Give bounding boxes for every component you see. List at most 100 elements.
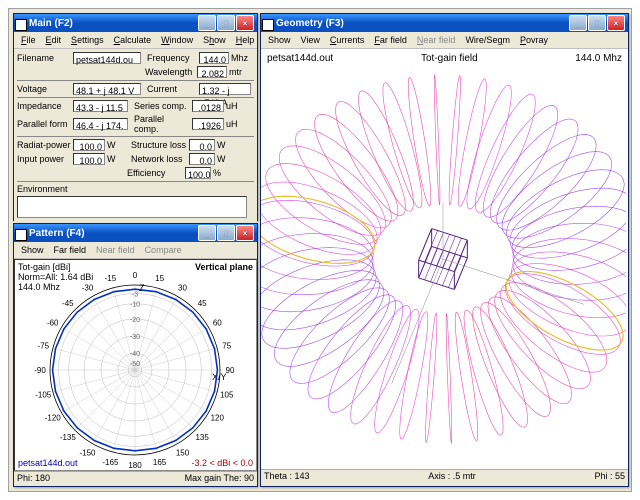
- menu-currents[interactable]: Currents: [325, 34, 370, 46]
- current-field: 1.32 - j .749 A: [199, 83, 251, 95]
- geometry-title: Geometry (F3): [264, 18, 569, 29]
- maximize-button[interactable]: □: [217, 225, 235, 241]
- svg-text:Z: Z: [139, 283, 145, 293]
- svg-text:-120: -120: [45, 414, 62, 423]
- menu-view[interactable]: View: [296, 34, 325, 46]
- maximize-button[interactable]: □: [588, 15, 606, 31]
- minimize-button[interactable]: _: [569, 15, 587, 31]
- menu-show[interactable]: Show: [198, 34, 231, 46]
- series-label: Series comp.: [134, 101, 190, 111]
- svg-text:-3: -3: [132, 292, 138, 299]
- network-loss-unit: W: [217, 154, 226, 164]
- menu-near-field[interactable]: Near field: [91, 244, 140, 256]
- close-button[interactable]: ×: [607, 15, 625, 31]
- pattern-titlebar[interactable]: Pattern (F4) _ □ ×: [14, 224, 257, 242]
- filename-field[interactable]: petsat144d.ou: [73, 52, 141, 64]
- voltage-field: 48.1 + j 48.1 V: [73, 83, 141, 95]
- menu-settings[interactable]: Settings: [66, 34, 109, 46]
- svg-text:105: 105: [220, 391, 234, 400]
- wavelength-field: 2.082: [197, 66, 227, 78]
- impedance-field: 43.3 - j 11.5: [73, 100, 128, 112]
- menu-show[interactable]: Show: [16, 244, 49, 256]
- norm-label: Norm=All: 1.64 dBi: [18, 272, 93, 282]
- svg-text:-15: -15: [105, 274, 117, 283]
- polar-plot[interactable]: 0153045607590105120135150165180-165-150-…: [14, 259, 257, 471]
- wavelength-label: Wavelength: [145, 67, 195, 77]
- efficiency-field: 100.0: [185, 167, 211, 179]
- svg-text:-40: -40: [130, 351, 140, 358]
- svg-text:165: 165: [153, 458, 167, 467]
- main-menubar: File Edit Settings Calculate Window Show…: [14, 32, 257, 49]
- svg-text:180: 180: [128, 461, 142, 470]
- menu-far-field[interactable]: Far field: [369, 34, 412, 46]
- svg-text:-90: -90: [34, 366, 46, 375]
- radiat-power-unit: W: [107, 140, 121, 150]
- network-loss-label: Network loss: [131, 154, 187, 164]
- parallel-comp-field: .1926: [192, 118, 224, 130]
- geometry-titlebar[interactable]: Geometry (F3) _ □ ×: [261, 14, 628, 32]
- geometry-viewport[interactable]: petsat144d.out Tot-gain field 144.0 Mhz: [261, 49, 628, 469]
- svg-text:-150: -150: [79, 448, 96, 457]
- filename-label: Filename: [17, 53, 71, 63]
- menu-wire-segm[interactable]: Wire/Segm: [460, 34, 515, 46]
- wavelength-unit: mtr: [229, 67, 242, 77]
- menu-near-field[interactable]: Near field: [412, 34, 461, 46]
- svg-text:45: 45: [198, 299, 207, 308]
- plane-label: Vertical plane: [195, 262, 253, 272]
- svg-text:90: 90: [226, 366, 235, 375]
- svg-text:-165: -165: [102, 458, 119, 467]
- close-button[interactable]: ×: [236, 15, 254, 31]
- geometry-menubar: Show View Currents Far field Near field …: [261, 32, 628, 49]
- frequency-unit: Mhz: [231, 53, 248, 63]
- phi-readout: Phi : 55: [594, 471, 625, 481]
- menu-far-field[interactable]: Far field: [49, 244, 92, 256]
- efficiency-label: Efficiency: [127, 168, 183, 178]
- menu-compare[interactable]: Compare: [140, 244, 187, 256]
- theta-readout: Theta : 143: [264, 471, 310, 481]
- minimize-button[interactable]: _: [198, 15, 216, 31]
- main-title: Main (F2): [17, 18, 198, 29]
- frequency-field[interactable]: 144.0: [199, 52, 229, 64]
- environment-field[interactable]: [17, 196, 247, 218]
- geometry-window: Geometry (F3) _ □ × Show View Currents F…: [260, 13, 629, 487]
- pattern-title: Pattern (F4): [17, 228, 198, 239]
- pattern-menubar: Show Far field Near field Compare: [14, 242, 257, 259]
- environment-label: Environment: [17, 184, 71, 194]
- menu-calculate[interactable]: Calculate: [109, 34, 157, 46]
- current-label: Current: [147, 84, 197, 94]
- frequency-label: Frequency: [147, 53, 197, 63]
- svg-text:-105: -105: [35, 391, 52, 400]
- input-power-unit: W: [107, 154, 121, 164]
- max-gain-readout: Max gain The: 90: [185, 473, 254, 483]
- structure-loss-label: Structure loss: [131, 140, 187, 150]
- menu-show[interactable]: Show: [263, 34, 296, 46]
- main-titlebar[interactable]: Main (F2) _ □ ×: [14, 14, 257, 32]
- svg-text:-30: -30: [130, 334, 140, 341]
- parallel-comp-unit: uH: [226, 119, 238, 129]
- menu-help[interactable]: Help: [231, 34, 260, 46]
- parallel-form-label: Parallel form: [17, 119, 71, 129]
- structure-loss-unit: W: [217, 140, 226, 150]
- structure-loss-field: 0.0: [189, 139, 215, 151]
- svg-text:30: 30: [178, 284, 187, 293]
- menu-povray[interactable]: Povray: [515, 34, 553, 46]
- pattern-statusbar: Phi: 180 Max gain The: 90: [14, 471, 257, 484]
- minimize-button[interactable]: _: [198, 225, 216, 241]
- input-power-field: 100.0: [73, 153, 105, 165]
- svg-text:150: 150: [176, 448, 190, 457]
- geometry-statusbar: Theta : 143 Axis : .5 mtr Phi : 55: [261, 469, 628, 482]
- svg-text:0: 0: [133, 271, 138, 280]
- series-unit: uH: [226, 101, 238, 111]
- maximize-button[interactable]: □: [217, 15, 235, 31]
- input-power-label: Input power: [17, 154, 71, 164]
- svg-text:135: 135: [195, 433, 209, 442]
- close-button[interactable]: ×: [236, 225, 254, 241]
- menu-window[interactable]: Window: [156, 34, 198, 46]
- svg-text:75: 75: [222, 341, 231, 350]
- menu-edit[interactable]: Edit: [41, 34, 67, 46]
- parallel-comp-label: Parallel comp.: [134, 114, 190, 134]
- network-loss-field: 0.0: [189, 153, 215, 165]
- svg-text:120: 120: [211, 414, 225, 423]
- menu-file[interactable]: File: [16, 34, 41, 46]
- phi-readout: Phi: 180: [17, 473, 50, 483]
